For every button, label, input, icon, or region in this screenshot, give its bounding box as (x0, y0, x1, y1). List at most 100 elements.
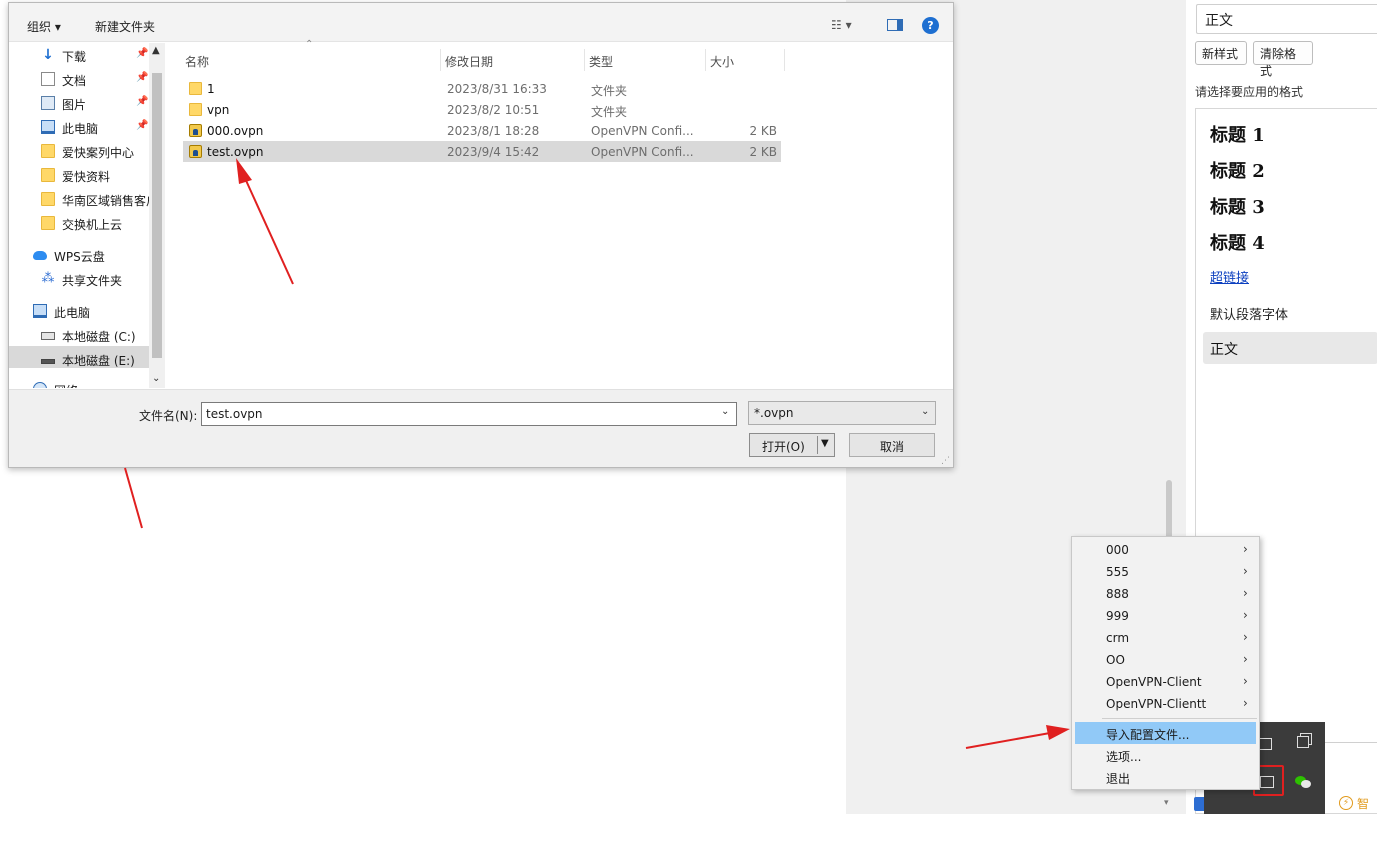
nav-item-drive-e[interactable]: 本地磁盘 (E:) (41, 349, 165, 371)
menu-item-profile[interactable]: 888 › (1075, 583, 1256, 605)
filename-input[interactable]: test.ovpn (201, 402, 737, 426)
split-divider (817, 436, 818, 454)
chevron-down-icon[interactable]: ▾ (1164, 798, 1169, 808)
chevron-right-icon: › (1243, 586, 1248, 600)
nav-item-network[interactable]: 网络 (33, 379, 165, 388)
pin-icon[interactable]: 📌 (136, 72, 148, 83)
menu-item-profile[interactable]: crm › (1075, 627, 1256, 649)
pin-icon[interactable]: 📌 (136, 48, 148, 59)
nav-item-folder[interactable]: 爱快资料 (41, 165, 165, 187)
cloud-icon (33, 251, 47, 260)
menu-item-profile[interactable]: OpenVPN-Clientt › (1075, 693, 1256, 715)
nav-item-folder[interactable]: 交换机上云 (41, 213, 165, 235)
share-icon: ⁂ (41, 271, 55, 286)
dropdown-arrow-icon[interactable]: ▼ (821, 438, 829, 449)
cancel-button[interactable]: 取消 (849, 433, 935, 457)
file-row[interactable]: 000.ovpn 2023/8/1 18:28 OpenVPN Confi...… (183, 120, 781, 141)
nav-scrollbar[interactable] (149, 43, 165, 388)
menu-separator (1102, 718, 1257, 719)
current-style-field[interactable]: 正文 (1196, 4, 1377, 34)
nav-item-this-pc-pinned[interactable]: 此电脑 📌 (41, 117, 165, 139)
help-icon[interactable]: ? (922, 17, 939, 34)
style-heading-1[interactable]: 标题 1 (1210, 121, 1265, 147)
annotation-arrow-partial (124, 467, 143, 529)
lightning-icon[interactable]: ⚡ (1339, 796, 1353, 810)
menu-item-profile[interactable]: 000 › (1075, 539, 1256, 561)
menu-item-profile[interactable]: OO › (1075, 649, 1256, 671)
nav-scroll-thumb[interactable] (152, 73, 162, 358)
folder-icon (189, 82, 202, 95)
chevron-right-icon: › (1243, 652, 1248, 666)
style-body-text[interactable]: 正文 (1203, 332, 1377, 364)
nav-item-drive-c[interactable]: 本地磁盘 (C:) (41, 325, 165, 347)
chevron-up-icon[interactable]: ▲ (152, 45, 160, 56)
computer-icon (33, 304, 47, 318)
chevron-right-icon: › (1243, 542, 1248, 556)
menu-item-profile[interactable]: 999 › (1075, 605, 1256, 627)
folder-icon (41, 168, 55, 182)
new-style-button[interactable]: 新样式 (1195, 41, 1247, 65)
chevron-right-icon: › (1243, 674, 1248, 688)
pin-icon[interactable]: 📌 (136, 120, 148, 131)
wechat-bubble (1301, 780, 1311, 788)
background-scrollbar-thumb[interactable] (1166, 480, 1172, 540)
chevron-down-icon[interactable]: ⌄ (721, 406, 729, 417)
drive-icon (41, 359, 55, 364)
file-row[interactable]: 1 2023/8/31 16:33 文件夹 (183, 78, 781, 99)
chevron-right-icon: › (1243, 608, 1248, 622)
folder-icon (189, 103, 202, 116)
navigation-pane: ↓ 下载 📌 文档 📌 图片 📌 此电脑 📌 爱快案列中心 爱快资料 华南区域销… (9, 43, 165, 388)
chevron-down-icon[interactable]: ⌄ (921, 406, 929, 417)
style-heading-2[interactable]: 标题 2 (1210, 157, 1265, 183)
view-options-icon[interactable]: ☷ ▾ (831, 18, 852, 32)
folder-icon (41, 144, 55, 158)
chevron-down-icon[interactable]: ⌄ (152, 373, 160, 384)
chevron-right-icon: › (1243, 564, 1248, 578)
file-row-selected[interactable]: test.ovpn 2023/9/4 15:42 OpenVPN Confi..… (183, 141, 781, 162)
nav-item-wps-cloud[interactable]: WPS云盘 (33, 245, 165, 267)
style-hyperlink[interactable]: 超链接 (1210, 267, 1249, 286)
nav-item-folder[interactable]: 华南区域销售客户 (41, 189, 149, 211)
menu-item-import-config[interactable]: 导入配置文件... (1075, 722, 1256, 744)
pin-icon[interactable]: 📌 (136, 96, 148, 107)
monitor-icon[interactable] (1258, 738, 1272, 750)
filename-label: 文件名(N): (139, 409, 198, 423)
ovpn-file-icon (189, 145, 202, 158)
file-type-filter[interactable]: *.ovpn (748, 401, 936, 425)
nav-item-shared-folder[interactable]: ⁂ 共享文件夹 (41, 269, 165, 291)
menu-item-options[interactable]: 选项... (1075, 744, 1256, 766)
nav-item-downloads[interactable]: ↓ 下载 📌 (41, 45, 165, 67)
column-header-type[interactable]: 类型 (585, 49, 706, 71)
column-header-name[interactable]: 名称 (181, 49, 441, 71)
nav-item-this-pc[interactable]: 此电脑 (33, 301, 165, 323)
computer-icon (41, 120, 55, 134)
open-button[interactable]: 打开(O) ▼ (749, 433, 835, 457)
chevron-right-icon: › (1243, 696, 1248, 710)
nav-item-folder[interactable]: 爱快案列中心 (41, 141, 165, 163)
copy-icon[interactable] (1297, 736, 1309, 748)
style-heading-4[interactable]: 标题 4 (1210, 229, 1265, 255)
nav-item-documents[interactable]: 文档 📌 (41, 69, 165, 91)
nav-item-pictures[interactable]: 图片 📌 (41, 93, 165, 115)
column-header-size[interactable]: 大小 (706, 49, 785, 71)
organize-button[interactable]: 组织 ▾ (27, 18, 61, 35)
column-header-date[interactable]: 修改日期 (441, 49, 585, 71)
menu-item-exit[interactable]: 退出 (1075, 766, 1256, 788)
dialog-toolbar: 组织 ▾ 新建文件夹 ☷ ▾ ? (9, 3, 953, 42)
style-heading-3[interactable]: 标题 3 (1210, 193, 1265, 219)
chevron-right-icon: › (1243, 630, 1248, 644)
dialog-footer: 文件名(N): test.ovpn ⌄ *.ovpn ⌄ 打开(O) ▼ 取消 … (9, 389, 953, 467)
style-default-font[interactable]: 默认段落字体 (1210, 304, 1288, 323)
resize-grip-icon[interactable]: ⋰ (941, 456, 950, 466)
menu-item-profile[interactable]: 555 › (1075, 561, 1256, 583)
document-icon (41, 72, 55, 86)
clear-format-button[interactable]: 清除格式 (1253, 41, 1313, 78)
wechat-icon[interactable] (1295, 776, 1311, 789)
menu-item-profile[interactable]: OpenVPN-Client › (1075, 671, 1256, 693)
file-open-dialog: 组织 ▾ 新建文件夹 ☷ ▾ ? ↓ 下载 📌 文档 📌 图片 📌 此电脑 📌 (8, 2, 954, 468)
download-icon: ↓ (42, 47, 54, 63)
file-row[interactable]: vpn 2023/8/2 10:51 文件夹 (183, 99, 781, 120)
preview-pane-icon[interactable] (887, 19, 903, 31)
new-folder-button[interactable]: 新建文件夹 (95, 18, 155, 35)
smart-label[interactable]: 智 (1357, 795, 1369, 812)
